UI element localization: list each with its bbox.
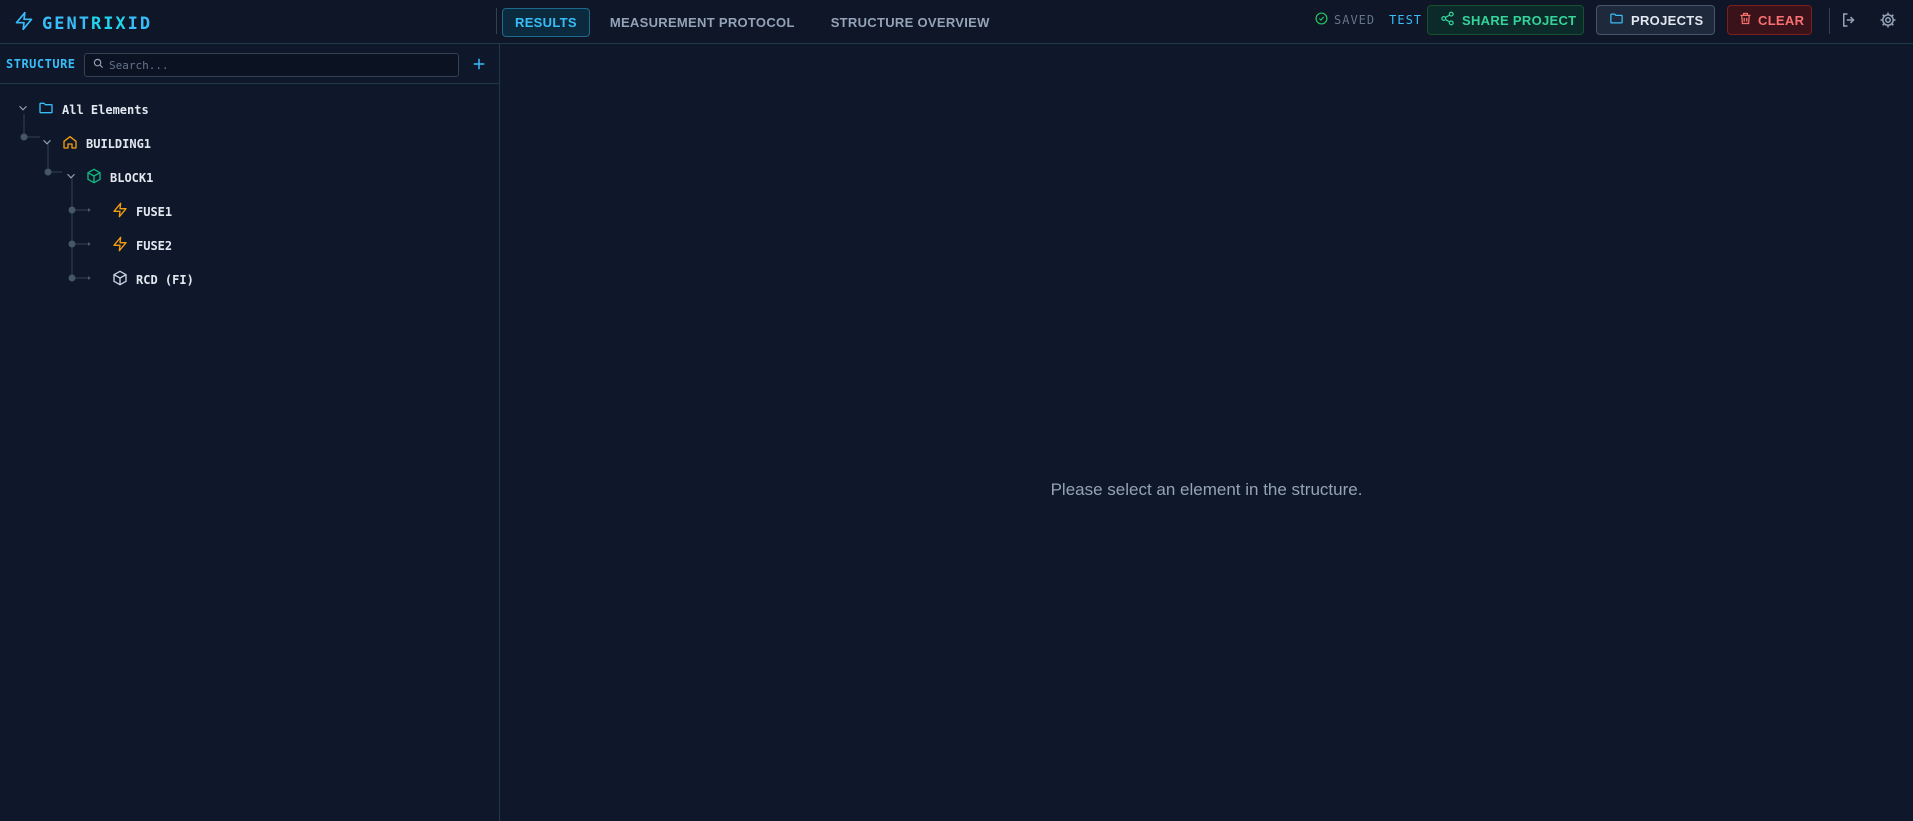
share-project-label: SHARE PROJECT bbox=[1462, 12, 1577, 28]
tree-node-label: RCD (FI) bbox=[136, 273, 194, 287]
tree-node-all-elements[interactable]: All Elements bbox=[16, 98, 149, 122]
folder-icon bbox=[38, 100, 54, 121]
tree-node-label: FUSE1 bbox=[136, 205, 173, 219]
search-box[interactable] bbox=[84, 53, 459, 77]
chevron-down-icon[interactable] bbox=[16, 101, 30, 120]
structure-sidebar: STRUCTURE Search... All Elements BUILDIN… bbox=[0, 44, 500, 821]
tree-node-building1[interactable]: BUILDING1 bbox=[40, 132, 151, 156]
tree-node-block1[interactable]: BLOCK1 bbox=[64, 166, 153, 190]
tree-node-fuse2[interactable]: FUSE2 bbox=[112, 234, 172, 258]
gear-icon[interactable] bbox=[1879, 11, 1899, 31]
sidebar-title: STRUCTURE bbox=[6, 56, 76, 71]
folder-icon bbox=[1609, 11, 1624, 29]
app-name: GENTRIXID bbox=[42, 13, 153, 34]
trash-icon bbox=[1738, 11, 1753, 29]
share-project-button[interactable]: SHARE PROJECT bbox=[1427, 5, 1584, 35]
logout-icon[interactable] bbox=[1840, 11, 1860, 31]
house-icon bbox=[62, 134, 78, 155]
share-icon bbox=[1440, 11, 1455, 29]
main-content: Please select an element in the structur… bbox=[500, 44, 1913, 821]
lightning-icon bbox=[112, 202, 128, 223]
check-circle-icon bbox=[1315, 12, 1328, 28]
tree-node-label: BUILDING1 bbox=[86, 137, 152, 151]
tab-measurement-protocol[interactable]: MEASUREMENT PROTOCOL bbox=[598, 9, 807, 36]
tab-divider bbox=[496, 8, 497, 34]
cube-icon bbox=[86, 168, 102, 189]
box-icon bbox=[112, 270, 128, 291]
save-status: SAVED TEST bbox=[1315, 12, 1422, 28]
search-input[interactable] bbox=[109, 58, 449, 72]
saved-label: SAVED bbox=[1334, 13, 1376, 27]
projects-label: PROJECTS bbox=[1631, 12, 1704, 28]
clear-label: CLEAR bbox=[1758, 12, 1805, 28]
tree-node-label: All Elements bbox=[62, 103, 149, 117]
add-icon[interactable] bbox=[470, 55, 488, 73]
search-icon bbox=[93, 56, 104, 74]
projects-button[interactable]: PROJECTS bbox=[1596, 5, 1715, 35]
chevron-down-icon[interactable] bbox=[40, 135, 54, 154]
empty-state-message: Please select an element in the structur… bbox=[1050, 480, 1363, 499]
top-header: GENTRIXID RESULTS MEASUREMENT PROTOCOL S… bbox=[0, 0, 1913, 44]
tree-node-label: BLOCK1 bbox=[110, 171, 154, 185]
structure-tree: All Elements BUILDING1 BLOCK1 FUSE1 FUSE… bbox=[0, 84, 500, 821]
tab-results[interactable]: RESULTS bbox=[502, 7, 590, 37]
lightning-icon bbox=[14, 10, 34, 37]
app-logo[interactable]: GENTRIXID bbox=[14, 10, 152, 37]
tree-node-label: FUSE2 bbox=[136, 239, 173, 253]
clear-button[interactable]: CLEAR bbox=[1727, 5, 1812, 35]
lightning-icon bbox=[112, 236, 128, 257]
header-separator bbox=[1829, 8, 1830, 34]
tab-structure-overview[interactable]: STRUCTURE OVERVIEW bbox=[819, 9, 1002, 36]
tree-node-fuse1[interactable]: FUSE1 bbox=[112, 200, 172, 224]
project-name: TEST bbox=[1389, 13, 1423, 27]
chevron-down-icon[interactable] bbox=[64, 169, 78, 188]
main-tabs: RESULTS MEASUREMENT PROTOCOL STRUCTURE O… bbox=[502, 0, 1002, 44]
tree-node-rcd[interactable]: RCD (FI) bbox=[112, 268, 194, 292]
